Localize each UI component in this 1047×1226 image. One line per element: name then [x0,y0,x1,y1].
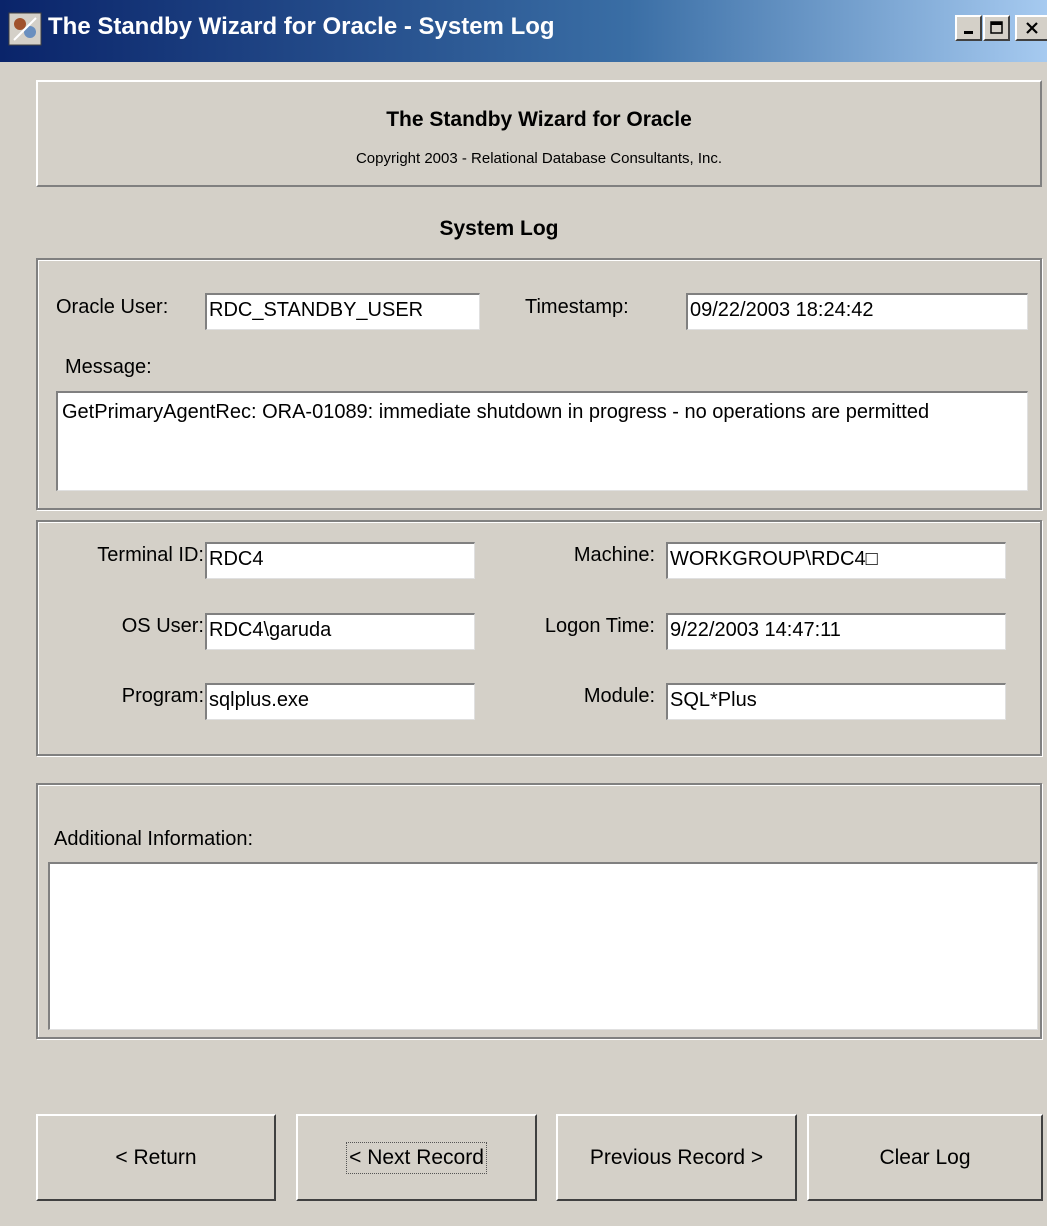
window-title: The Standby Wizard for Oracle - System L… [48,13,555,40]
terminal-id-field[interactable]: RDC4 [205,542,475,579]
next-record-button[interactable]: < Next Record [296,1114,537,1201]
section-title: System Log [439,217,559,240]
os-user-field[interactable]: RDC4\garuda [205,613,475,650]
oracle-user-label: Oracle User: [56,296,169,318]
program-label: Program: [121,685,204,707]
clear-log-button-label: Clear Log [879,1145,971,1169]
additional-info-label: Additional Information: [54,828,254,850]
minimize-button[interactable] [955,15,982,41]
terminal-id-label: Terminal ID: [97,544,204,566]
clear-log-button[interactable]: Clear Log [807,1114,1043,1201]
copyright-text: Copyright 2003 - Relational Database Con… [355,150,723,167]
os-user-label: OS User: [121,615,204,637]
previous-record-button[interactable]: Previous Record > [556,1114,797,1201]
program-field[interactable]: sqlplus.exe [205,683,475,720]
minimize-icon [963,31,973,34]
return-button-label: < Return [115,1145,197,1169]
message-field[interactable]: GetPrimaryAgentRec: ORA-01089: immediate… [56,391,1028,491]
previous-record-button-label: Previous Record > [589,1145,764,1169]
oracle-user-field[interactable]: RDC_STANDBY_USER [205,293,480,330]
machine-field[interactable]: WORKGROUP\RDC4□ [666,542,1006,579]
module-label: Module: [583,685,655,707]
close-button[interactable] [1015,15,1047,41]
header-panel: The Standby Wizard for Oracle Copyright … [36,80,1042,187]
next-record-button-label: < Next Record [346,1141,487,1174]
maximize-icon [989,21,1003,34]
logon-time-field[interactable]: 9/22/2003 14:47:11 [666,613,1006,650]
message-label: Message: [65,356,152,378]
machine-label: Machine: [573,544,655,566]
maximize-button[interactable] [983,15,1010,41]
timestamp-field[interactable]: 09/22/2003 18:24:42 [686,293,1028,330]
logon-time-label: Logon Time: [544,615,655,637]
additional-info-field[interactable] [48,862,1038,1030]
module-field[interactable]: SQL*Plus [666,683,1006,720]
close-icon [1026,22,1038,34]
timestamp-label: Timestamp: [525,296,629,318]
title-bar[interactable]: The Standby Wizard for Oracle - System L… [0,0,1047,62]
app-icon [8,12,42,46]
return-button[interactable]: < Return [36,1114,276,1201]
app-title: The Standby Wizard for Oracle [386,108,692,131]
